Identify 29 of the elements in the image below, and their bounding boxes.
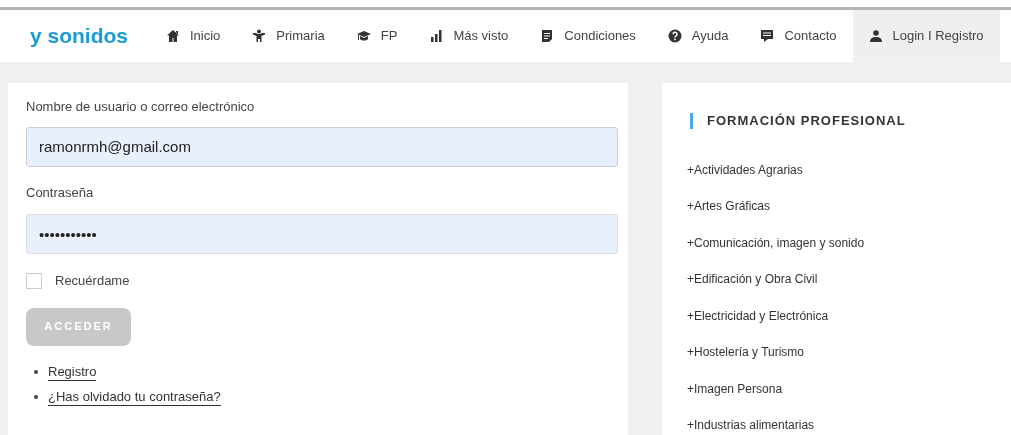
- home-icon: [166, 29, 180, 43]
- graduation-cap-icon: [356, 29, 371, 43]
- user-icon: [868, 29, 883, 43]
- category-link[interactable]: +Artes Gráficas: [687, 197, 1011, 215]
- category-link[interactable]: +Electricidad y Electrónica: [687, 306, 1011, 325]
- accent-bar: [690, 112, 693, 129]
- link[interactable]: ¿Has olvidado tu contraseña?: [48, 388, 221, 406]
- sidebar-title: FORMACIÓN PROFESIONAL: [707, 112, 906, 130]
- category-link[interactable]: +Industrias alimentarias: [687, 416, 1011, 434]
- document-icon: [540, 29, 555, 43]
- person-icon: [252, 29, 267, 43]
- category-link[interactable]: +Imagen Persona: [687, 379, 1011, 398]
- checkbox-label: Recuérdame: [55, 272, 130, 290]
- field-label: Contraseña: [26, 183, 95, 202]
- speech-bubble-icon: [760, 29, 775, 43]
- bar-chart-icon: [429, 29, 444, 43]
- field-label: Nombre de usuario o correo electrónico: [26, 98, 256, 116]
- help-icon: [667, 29, 682, 43]
- remember-checkbox[interactable]: [26, 272, 42, 289]
- bullet-icon: [34, 370, 38, 374]
- bullet-icon: [34, 395, 38, 399]
- link[interactable]: Registro: [48, 363, 97, 381]
- password-field[interactable]: •••••••••••: [26, 214, 618, 254]
- category-link[interactable]: +Edificación y Obra Civil: [687, 270, 1011, 288]
- category-link[interactable]: +Actividades Agrarias: [687, 160, 1011, 179]
- username-field[interactable]: ramonrmh@gmail.com: [26, 126, 618, 167]
- category-link[interactable]: +Hostelería y Turismo: [687, 343, 1011, 361]
- nav-link[interactable]: Login I Registro: [852, 10, 1000, 62]
- category-link[interactable]: +Comunicación, imagen y sonido: [687, 233, 1011, 252]
